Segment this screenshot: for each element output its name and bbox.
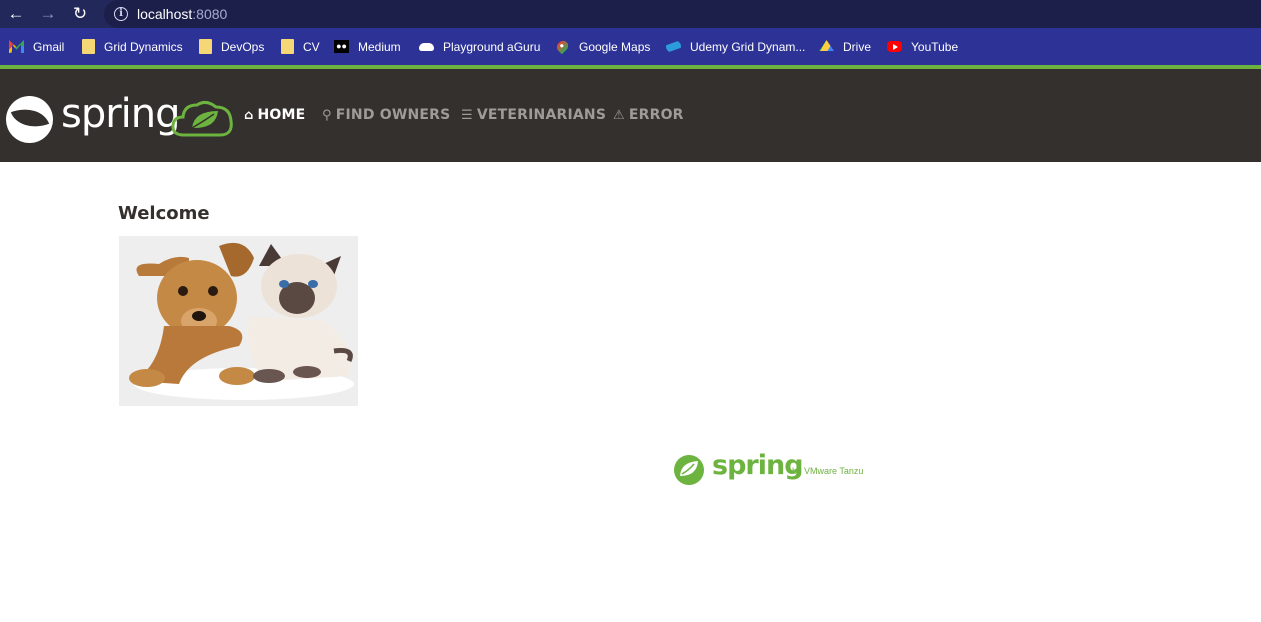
browser-toolbar: ← → ↻ i localhost:8080 — [0, 0, 1261, 28]
footer-brand: spring — [712, 450, 804, 481]
bookmark-label: Udemy Grid Dynam... — [690, 39, 806, 54]
pets-image — [119, 236, 358, 406]
bookmark-label: Grid Dynamics — [104, 39, 183, 54]
nav-find-owners[interactable]: ⚲ FIND OWNERS — [322, 106, 450, 124]
folder-icon — [199, 39, 212, 54]
url-port: :8080 — [192, 6, 228, 22]
nav-find-owners-label: FIND OWNERS — [335, 107, 451, 123]
udemy-icon — [666, 40, 681, 53]
bookmark-label: DevOps — [221, 39, 265, 54]
arrow-right-icon[interactable]: → — [38, 4, 58, 24]
bookmark-playground[interactable]: Playground aGuru — [419, 38, 540, 55]
bookmark-grid-dynamics[interactable]: Grid Dynamics — [82, 38, 183, 55]
site-navbar: spring ⌂ HOME ⚲ FIND OWNERS ☰ VETERINARIANS… — [0, 69, 1261, 162]
footer-tagline: by VMware Tanzu — [792, 466, 864, 476]
cloud-icon — [419, 42, 434, 51]
bookmark-udemy[interactable]: Udemy Grid Dynam... — [666, 38, 805, 55]
maps-icon — [554, 38, 571, 55]
bookmark-label: YouTube — [911, 39, 959, 54]
nav-error[interactable]: ⚠ ERROR — [613, 106, 684, 124]
url-text[interactable]: localhost:8080 — [137, 6, 227, 22]
bookmark-label: Medium — [358, 39, 401, 54]
nav-veterinarians-label: VETERINARIANS — [476, 107, 607, 123]
url-host: localhost — [137, 6, 193, 22]
address-bar[interactable]: i localhost:8080 — [104, 0, 1261, 28]
bookmark-label: Playground aGuru — [443, 39, 541, 54]
bookmark-label: Drive — [843, 39, 872, 54]
gmail-icon — [9, 40, 24, 53]
bookmark-google-maps[interactable]: Google Maps — [554, 38, 651, 55]
bookmark-label: Google Maps — [579, 39, 651, 54]
bookmark-label: CV — [303, 39, 320, 54]
bookmark-cv[interactable]: CV — [281, 38, 320, 55]
bookmark-gmail[interactable]: Gmail — [9, 38, 64, 55]
bookmark-youtube[interactable]: YouTube — [887, 38, 958, 55]
nav-error-label: ERROR — [628, 107, 684, 123]
info-icon[interactable]: i — [114, 7, 128, 21]
arrow-left-icon[interactable]: ← — [6, 4, 26, 24]
brand-name[interactable]: spring — [61, 91, 181, 137]
bookmark-medium[interactable]: ●● Medium — [334, 38, 401, 55]
warning-icon: ⚠ — [613, 107, 625, 123]
folder-icon — [281, 39, 294, 54]
drive-icon — [819, 40, 834, 52]
nav-veterinarians[interactable]: ☰ VETERINARIANS — [461, 106, 606, 124]
spring-logo-icon[interactable] — [6, 96, 53, 143]
bookmark-devops[interactable]: DevOps — [199, 38, 264, 55]
nav-home-label: HOME — [257, 107, 306, 123]
youtube-icon — [887, 41, 902, 52]
bookmark-drive[interactable]: Drive — [819, 38, 871, 55]
bookmark-label: Gmail — [33, 39, 65, 54]
search-icon: ⚲ — [322, 107, 332, 123]
page-title: Welcome — [118, 203, 210, 224]
petclinic-cloud-icon — [171, 100, 233, 137]
bookmarks-bar: Gmail Grid Dynamics DevOps CV ●● Medium P… — [0, 28, 1261, 65]
nav-home[interactable]: ⌂ HOME — [244, 106, 305, 124]
folder-icon — [82, 39, 95, 54]
list-icon: ☰ — [461, 107, 473, 123]
medium-icon: ●● — [334, 40, 349, 53]
reload-icon[interactable]: ↻ — [70, 4, 90, 24]
home-icon: ⌂ — [244, 107, 254, 123]
